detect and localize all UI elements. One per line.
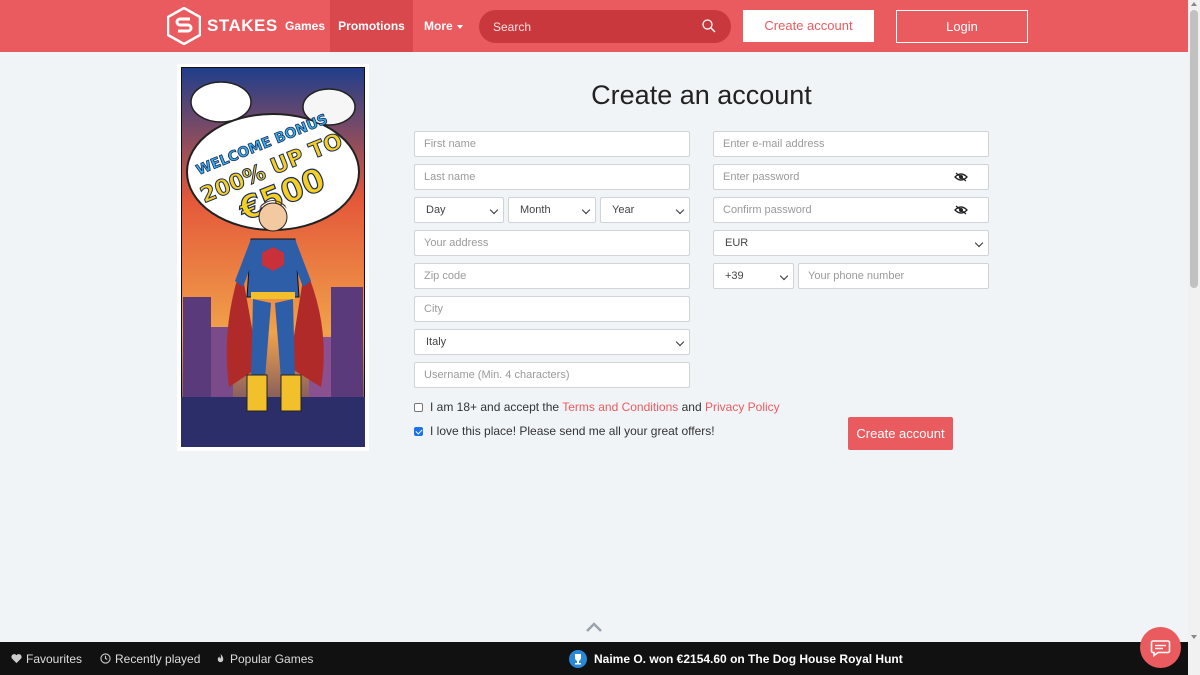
favourites-label: Favourites bbox=[26, 651, 83, 666]
scrollbar[interactable] bbox=[1188, 0, 1200, 675]
show-password-icon[interactable] bbox=[954, 172, 968, 182]
birth-year-value: Year bbox=[612, 204, 635, 216]
winner-ticker: Naime O. won €2154.60 on The Dog House R… bbox=[569, 642, 903, 675]
country-value: Italy bbox=[426, 336, 447, 348]
page-title: Create an account bbox=[591, 80, 812, 110]
terms-link[interactable]: Terms and Conditions bbox=[562, 400, 678, 414]
favourites-link[interactable]: Favourites bbox=[11, 642, 82, 675]
username-field[interactable] bbox=[414, 362, 690, 388]
logo-icon bbox=[167, 7, 201, 45]
offers-consent-row: I love this place! Please send me all yo… bbox=[414, 424, 715, 438]
welcome-bonus-banner[interactable]: WELCOME BONUS 200% UP TO €500 bbox=[177, 64, 369, 451]
terms-text: I am 18+ and accept the Terms and Condit… bbox=[430, 400, 780, 414]
brand-name: STAKES bbox=[207, 16, 278, 35]
offers-text: I love this place! Please send me all yo… bbox=[430, 424, 715, 438]
last-name-field[interactable] bbox=[414, 164, 690, 190]
confirm-password-field[interactable] bbox=[713, 197, 989, 223]
top-navigation-bar: STAKES Games Promotions More Create acco… bbox=[0, 0, 1188, 52]
clock-icon bbox=[100, 653, 111, 664]
show-confirm-password-icon[interactable] bbox=[954, 205, 968, 215]
chevron-down-icon bbox=[489, 205, 499, 215]
chevron-down-icon bbox=[456, 24, 463, 29]
email-field[interactable] bbox=[713, 131, 989, 157]
heart-icon bbox=[11, 654, 22, 664]
birth-day-value: Day bbox=[426, 204, 446, 216]
header-create-account-button[interactable]: Create account bbox=[743, 10, 874, 42]
zip-code-field[interactable] bbox=[414, 263, 690, 289]
login-button[interactable]: Login bbox=[896, 10, 1028, 43]
country-select[interactable]: Italy bbox=[414, 329, 690, 355]
phone-number-field[interactable] bbox=[798, 263, 989, 289]
password-field[interactable] bbox=[713, 164, 989, 190]
back-to-top-icon[interactable] bbox=[586, 622, 602, 632]
superhero-promo-image: WELCOME BONUS 200% UP TO €500 bbox=[181, 67, 365, 447]
fire-icon bbox=[217, 653, 224, 663]
bottom-bar: Favourites Recently played Popular Games… bbox=[0, 642, 1188, 675]
create-account-button[interactable]: Create account bbox=[848, 417, 953, 450]
currency-value: EUR bbox=[725, 237, 749, 249]
chevron-down-icon bbox=[675, 337, 685, 347]
stakes-logo[interactable]: STAKES bbox=[167, 7, 278, 45]
first-name-field[interactable] bbox=[414, 131, 690, 157]
nav-more[interactable]: More bbox=[416, 0, 471, 52]
chevron-down-icon bbox=[779, 271, 789, 281]
chat-button[interactable] bbox=[1140, 627, 1181, 668]
birth-month-value: Month bbox=[520, 204, 551, 216]
offers-checkbox[interactable] bbox=[414, 426, 423, 436]
nav-games[interactable]: Games bbox=[277, 0, 333, 52]
search-bar bbox=[479, 10, 731, 43]
terms-and: and bbox=[678, 400, 705, 414]
chevron-down-icon bbox=[675, 205, 685, 215]
terms-prefix: I am 18+ and accept the bbox=[430, 400, 563, 414]
terms-checkbox[interactable] bbox=[414, 402, 423, 412]
nav-more-label: More bbox=[424, 19, 453, 33]
chat-icon bbox=[1150, 640, 1171, 658]
birth-month-select[interactable]: Month bbox=[508, 197, 596, 223]
scroll-up-arrow-icon[interactable] bbox=[1191, 2, 1197, 6]
recently-played-link[interactable]: Recently played bbox=[100, 642, 200, 675]
chevron-down-icon bbox=[581, 205, 591, 215]
popular-games-label: Popular Games bbox=[230, 651, 314, 666]
search-input[interactable] bbox=[479, 10, 731, 43]
address-field[interactable] bbox=[414, 230, 690, 256]
currency-select[interactable]: EUR bbox=[713, 230, 989, 256]
phone-prefix-value: +39 bbox=[725, 270, 744, 282]
winner-text: Naime O. won €2154.60 on The Dog House R… bbox=[594, 651, 903, 666]
popular-games-link[interactable]: Popular Games bbox=[215, 642, 313, 675]
scrollbar-thumb[interactable] bbox=[1190, 10, 1198, 288]
city-field[interactable] bbox=[414, 296, 690, 322]
chevron-down-icon bbox=[974, 238, 984, 248]
privacy-policy-link[interactable]: Privacy Policy bbox=[705, 400, 780, 414]
nav-promotions[interactable]: Promotions bbox=[330, 0, 413, 52]
trophy-icon bbox=[569, 649, 587, 668]
scroll-down-arrow-icon[interactable] bbox=[1191, 635, 1197, 639]
birth-day-select[interactable]: Day bbox=[414, 197, 504, 223]
search-icon[interactable] bbox=[702, 19, 716, 33]
recently-played-label: Recently played bbox=[115, 651, 201, 666]
birth-year-select[interactable]: Year bbox=[600, 197, 690, 223]
terms-consent-row: I am 18+ and accept the Terms and Condit… bbox=[414, 400, 780, 414]
phone-prefix-select[interactable]: +39 bbox=[713, 263, 794, 289]
